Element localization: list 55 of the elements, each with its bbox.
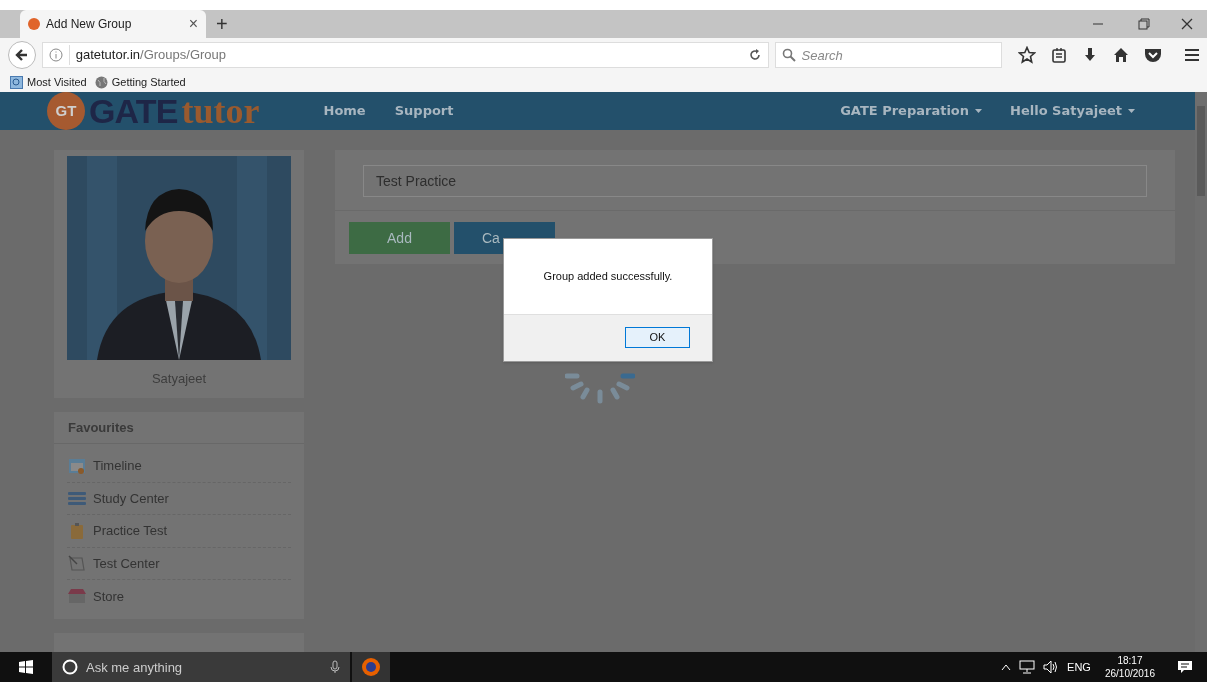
back-button[interactable]: [8, 41, 36, 69]
favourite-item[interactable]: Study Center: [67, 482, 291, 515]
add-button[interactable]: Add: [349, 222, 450, 254]
browser-icon: [361, 657, 381, 677]
favourite-item[interactable]: Practice Test: [67, 515, 291, 548]
search-icon: [781, 48, 796, 62]
microphone-icon[interactable]: [330, 660, 340, 674]
clock[interactable]: 18:17 26/10/2016: [1104, 654, 1155, 680]
panel-title: Favourites: [54, 412, 304, 444]
browser-tab[interactable]: Add New Group ×: [20, 10, 206, 38]
favourite-item[interactable]: Test Center: [67, 547, 291, 580]
nav-menu[interactable]: GATE Preparation: [840, 101, 983, 121]
favicon-icon: [28, 18, 40, 30]
new-tab-button[interactable]: +: [216, 14, 228, 34]
url-text: gatetutor.in/Groups/Group: [68, 45, 227, 65]
tab-title: Add New Group: [46, 16, 133, 33]
caret-icon: [1128, 109, 1135, 113]
back-arrow-icon: [14, 48, 29, 62]
ok-button[interactable]: OK: [625, 327, 690, 348]
nav-link[interactable]: Home: [323, 101, 366, 121]
reload-icon[interactable]: [747, 48, 762, 62]
favourite-item[interactable]: Store: [67, 580, 291, 613]
bookmark-link[interactable]: Getting Started: [111, 73, 186, 91]
reading-list-icon[interactable]: [1051, 47, 1067, 63]
language-indicator[interactable]: ENG: [1067, 658, 1091, 676]
shop-icon: [67, 587, 87, 606]
volume-icon[interactable]: [1043, 660, 1060, 674]
tab-close-button[interactable]: ×: [188, 16, 198, 32]
taskbar-app[interactable]: [352, 652, 390, 682]
chevron-up-icon[interactable]: [1001, 663, 1012, 671]
download-icon[interactable]: [1082, 47, 1098, 63]
taskbar-search-field[interactable]: Ask me anything: [52, 652, 350, 682]
bookmark-link[interactable]: Most Visited: [27, 73, 87, 91]
notifications-icon[interactable]: [1177, 659, 1193, 675]
nav-menu[interactable]: Hello Satyajeet: [1010, 101, 1135, 121]
search-field[interactable]: Search: [774, 42, 1002, 68]
nav-link[interactable]: Support: [394, 101, 454, 121]
books-icon: [67, 489, 87, 508]
pocket-icon[interactable]: [1144, 47, 1162, 63]
info-icon: [48, 48, 63, 62]
network-icon[interactable]: [1019, 660, 1036, 674]
windows-start-icon[interactable]: [19, 660, 33, 674]
address-bar[interactable]: gatetutor.in/Groups/Group: [41, 42, 769, 68]
bookmark-folder-icon: [10, 75, 23, 89]
caret-icon: [975, 109, 983, 113]
menu-icon[interactable]: [1183, 47, 1201, 63]
cortana-circle-icon: [62, 659, 78, 675]
calendar-icon: [67, 456, 87, 475]
group-name-field[interactable]: Test Practice: [363, 165, 1147, 197]
pen-icon: [67, 554, 87, 573]
home-icon[interactable]: [1113, 47, 1129, 63]
dialog-message: Group added successfully.: [543, 269, 673, 285]
favourite-item[interactable]: Timeline: [67, 450, 291, 483]
star-icon[interactable]: [1018, 46, 1036, 64]
globe-icon: [94, 75, 108, 89]
